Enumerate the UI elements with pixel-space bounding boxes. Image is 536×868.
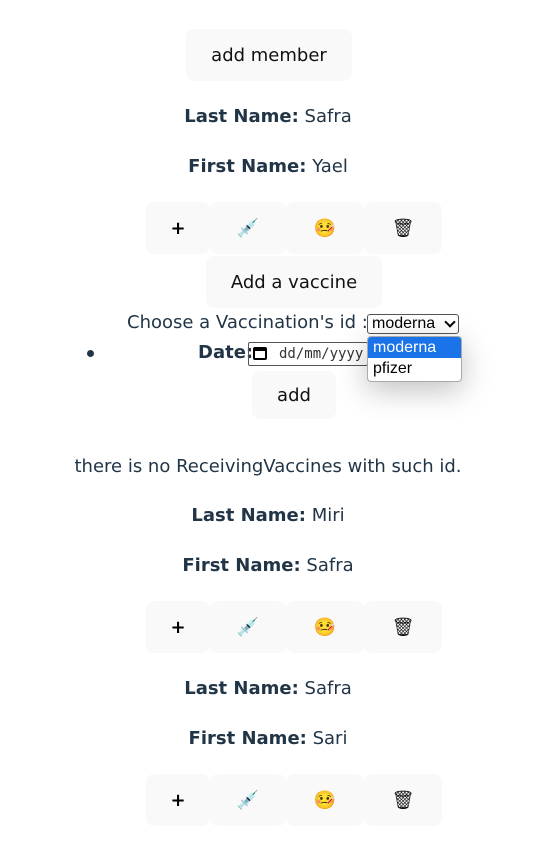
date-input[interactable]: dd/mm/yyyy — [248, 342, 368, 366]
first-name-value: Yael — [312, 156, 348, 177]
calendar-icon[interactable] — [253, 347, 267, 360]
select-value: moderna — [372, 315, 436, 332]
date-label: Date: — [198, 342, 254, 363]
add-button[interactable]: + — [146, 202, 210, 254]
first-name-label: First Name: — [182, 555, 301, 576]
last-name-value: Miri — [311, 505, 345, 526]
member-2-last-name: Last Name: Miri — [0, 505, 536, 526]
add-button[interactable]: + — [146, 774, 210, 826]
sick-face-icon[interactable]: 🤒 — [286, 601, 364, 653]
member-1-last-name: Last Name: Safra — [0, 106, 536, 127]
list-bullet — [87, 350, 94, 357]
sick-face-icon[interactable]: 🤒 — [286, 202, 364, 254]
first-name-value: Sari — [312, 728, 348, 749]
member-2-first-name: First Name: Safra — [0, 555, 536, 576]
add-vaccine-submit-button[interactable]: add — [252, 371, 336, 419]
member-3-first-name: First Name: Sari — [0, 728, 536, 749]
trash-icon[interactable]: 🗑 — [364, 202, 442, 254]
add-member-button[interactable]: add member — [186, 29, 352, 81]
trash-icon[interactable]: 🗑 — [364, 601, 442, 653]
last-name-label: Last Name: — [184, 678, 299, 699]
sick-face-icon[interactable]: 🤒 — [286, 774, 364, 826]
last-name-label: Last Name: — [184, 106, 299, 127]
vaccination-id-select[interactable]: moderna — [367, 314, 459, 334]
last-name-value: Safra — [304, 678, 352, 699]
last-name-value: Safra — [304, 106, 352, 127]
date-placeholder: dd/mm/yyyy — [279, 346, 364, 362]
syringe-icon[interactable]: 💉 — [210, 774, 286, 826]
add-button[interactable]: + — [146, 601, 210, 653]
first-name-value: Safra — [306, 555, 354, 576]
vaccination-id-dropdown[interactable]: moderna pfizer — [367, 336, 462, 382]
vaccination-id-label: Choose a Vaccination's id : — [127, 312, 368, 333]
member-3-last-name: Last Name: Safra — [0, 678, 536, 699]
last-name-label: Last Name: — [191, 505, 306, 526]
syringe-icon[interactable]: 💉 — [210, 601, 286, 653]
syringe-icon[interactable]: 💉 — [210, 202, 286, 254]
trash-icon[interactable]: 🗑 — [364, 774, 442, 826]
first-name-label: First Name: — [188, 728, 307, 749]
add-vaccine-button[interactable]: Add a vaccine — [206, 256, 382, 308]
page: add member Last Name: Safra First Name: … — [0, 0, 536, 868]
chevron-down-icon — [444, 316, 456, 328]
option-pfizer[interactable]: pfizer — [368, 358, 461, 379]
first-name-label: First Name: — [188, 156, 307, 177]
member-1-first-name: First Name: Yael — [0, 156, 536, 177]
option-moderna[interactable]: moderna — [368, 337, 461, 358]
error-message: there is no ReceivingVaccines with such … — [74, 456, 462, 477]
